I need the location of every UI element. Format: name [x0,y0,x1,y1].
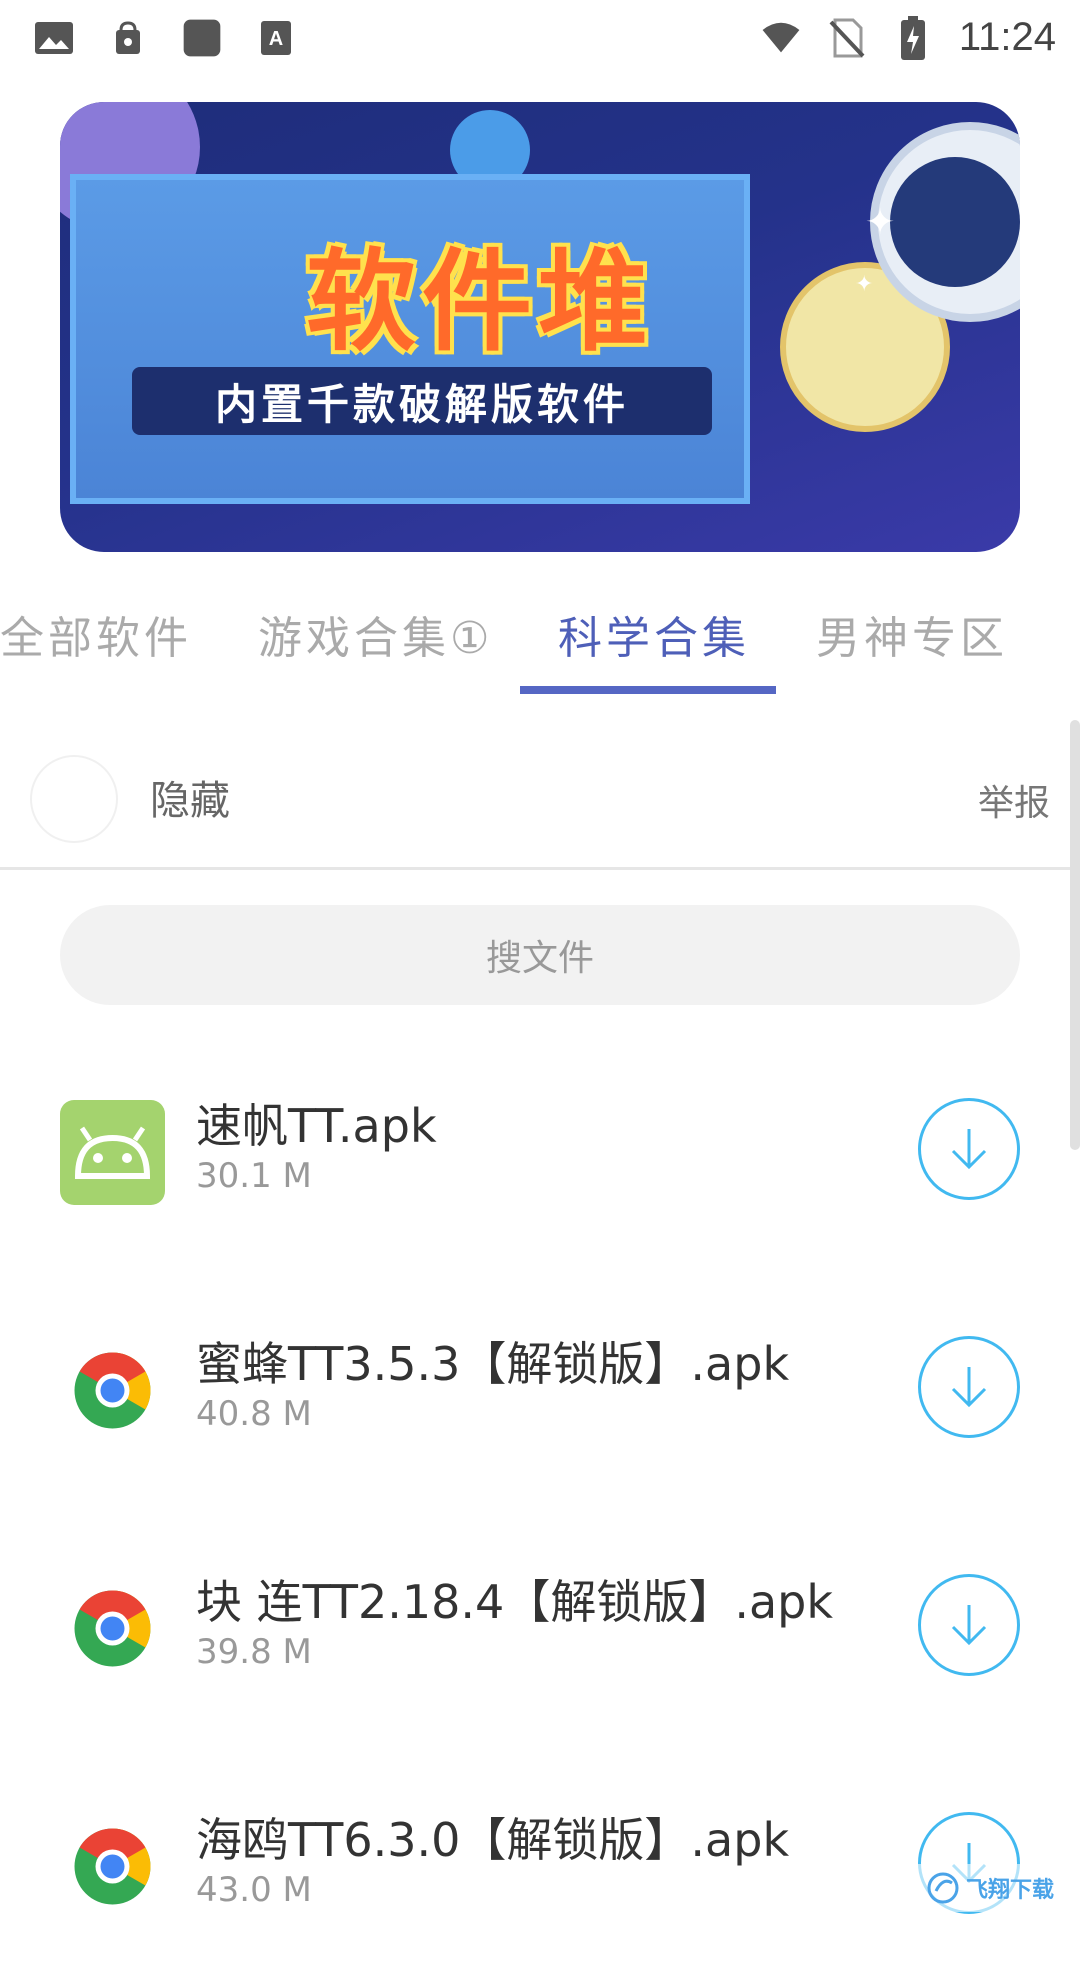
tab-science-collection[interactable]: 科学合集 [558,602,750,666]
chrome-icon [60,1576,165,1681]
file-name: 块 连TT2.18.4【解锁版】.apk [196,1566,833,1632]
file-name: 蜜蜂TT3.5.3【解锁版】.apk [196,1328,789,1394]
download-arrow-icon [947,1125,991,1173]
list-item[interactable]: 块 连TT2.18.4【解锁版】.apk 39.8 M [0,1546,1080,1746]
tab-male-zone[interactable]: 男神专区 [816,602,1008,666]
sparkle-icon: ✦ [865,202,895,243]
status-time: 11:24 [959,15,1056,60]
status-bar-left: A [34,18,296,58]
hide-row: 隐藏 举报 [0,720,1080,870]
file-name: 海鸥TT6.3.0【解锁版】.apk [196,1804,789,1870]
download-arrow-icon [947,1601,991,1649]
list-item[interactable]: 速帆TT.apk 30.1 M [0,1070,1080,1270]
wifi-icon [761,18,801,58]
banner-title: 软件堆 [240,212,720,372]
category-tabs: 全部软件 游戏合集① 科学合集 男神专区 [0,580,1080,700]
download-button[interactable] [918,1098,1020,1200]
battery-charging-icon [893,18,933,58]
promo-banner[interactable]: ✦ ✦ 软件堆 内置千款破解版软件 [60,102,1020,552]
file-size: 30.1 M [196,1156,312,1196]
banner-subtitle: 内置千款破解版软件 [132,367,712,435]
download-arrow-icon [947,1363,991,1411]
file-size: 43.0 M [196,1870,312,1910]
chrome-icon [60,1338,165,1443]
file-name: 速帆TT.apk [196,1090,437,1156]
report-link[interactable]: 举报 [978,774,1050,826]
tab-all-software[interactable]: 全部软件 [0,602,192,666]
lock-bag-icon [108,18,148,58]
avatar[interactable] [30,755,118,843]
file-size: 39.8 M [196,1632,312,1672]
status-bar-right: 11:24 [761,15,1056,60]
helmet-visor-decoration [890,157,1020,287]
search-input[interactable]: 搜文件 [60,905,1020,1005]
square-icon [182,18,222,58]
list-item[interactable]: 蜜蜂TT3.5.3【解锁版】.apk 40.8 M [0,1308,1080,1508]
scrollbar[interactable] [1070,720,1080,1150]
watermark-text: 飞翔下载 [966,1872,1054,1904]
sparkle-icon: ✦ [855,272,873,297]
hide-button[interactable]: 隐藏 [150,768,230,826]
download-button[interactable] [918,1336,1020,1438]
active-tab-indicator [520,686,776,694]
chrome-icon [60,1814,165,1919]
status-bar: A 11:24 [0,0,1080,75]
android-icon [60,1100,165,1205]
file-size: 40.8 M [196,1394,312,1434]
search-placeholder: 搜文件 [486,929,594,981]
image-icon [34,18,74,58]
no-sim-icon [827,18,867,58]
download-button[interactable] [918,1574,1020,1676]
watermark: 飞翔下载 [910,1864,1070,1912]
keyboard-a-icon: A [256,18,296,58]
tab-game-collection[interactable]: 游戏合集① [258,602,493,666]
svg-text:A: A [269,28,283,50]
watermark-logo-icon [926,1871,960,1905]
